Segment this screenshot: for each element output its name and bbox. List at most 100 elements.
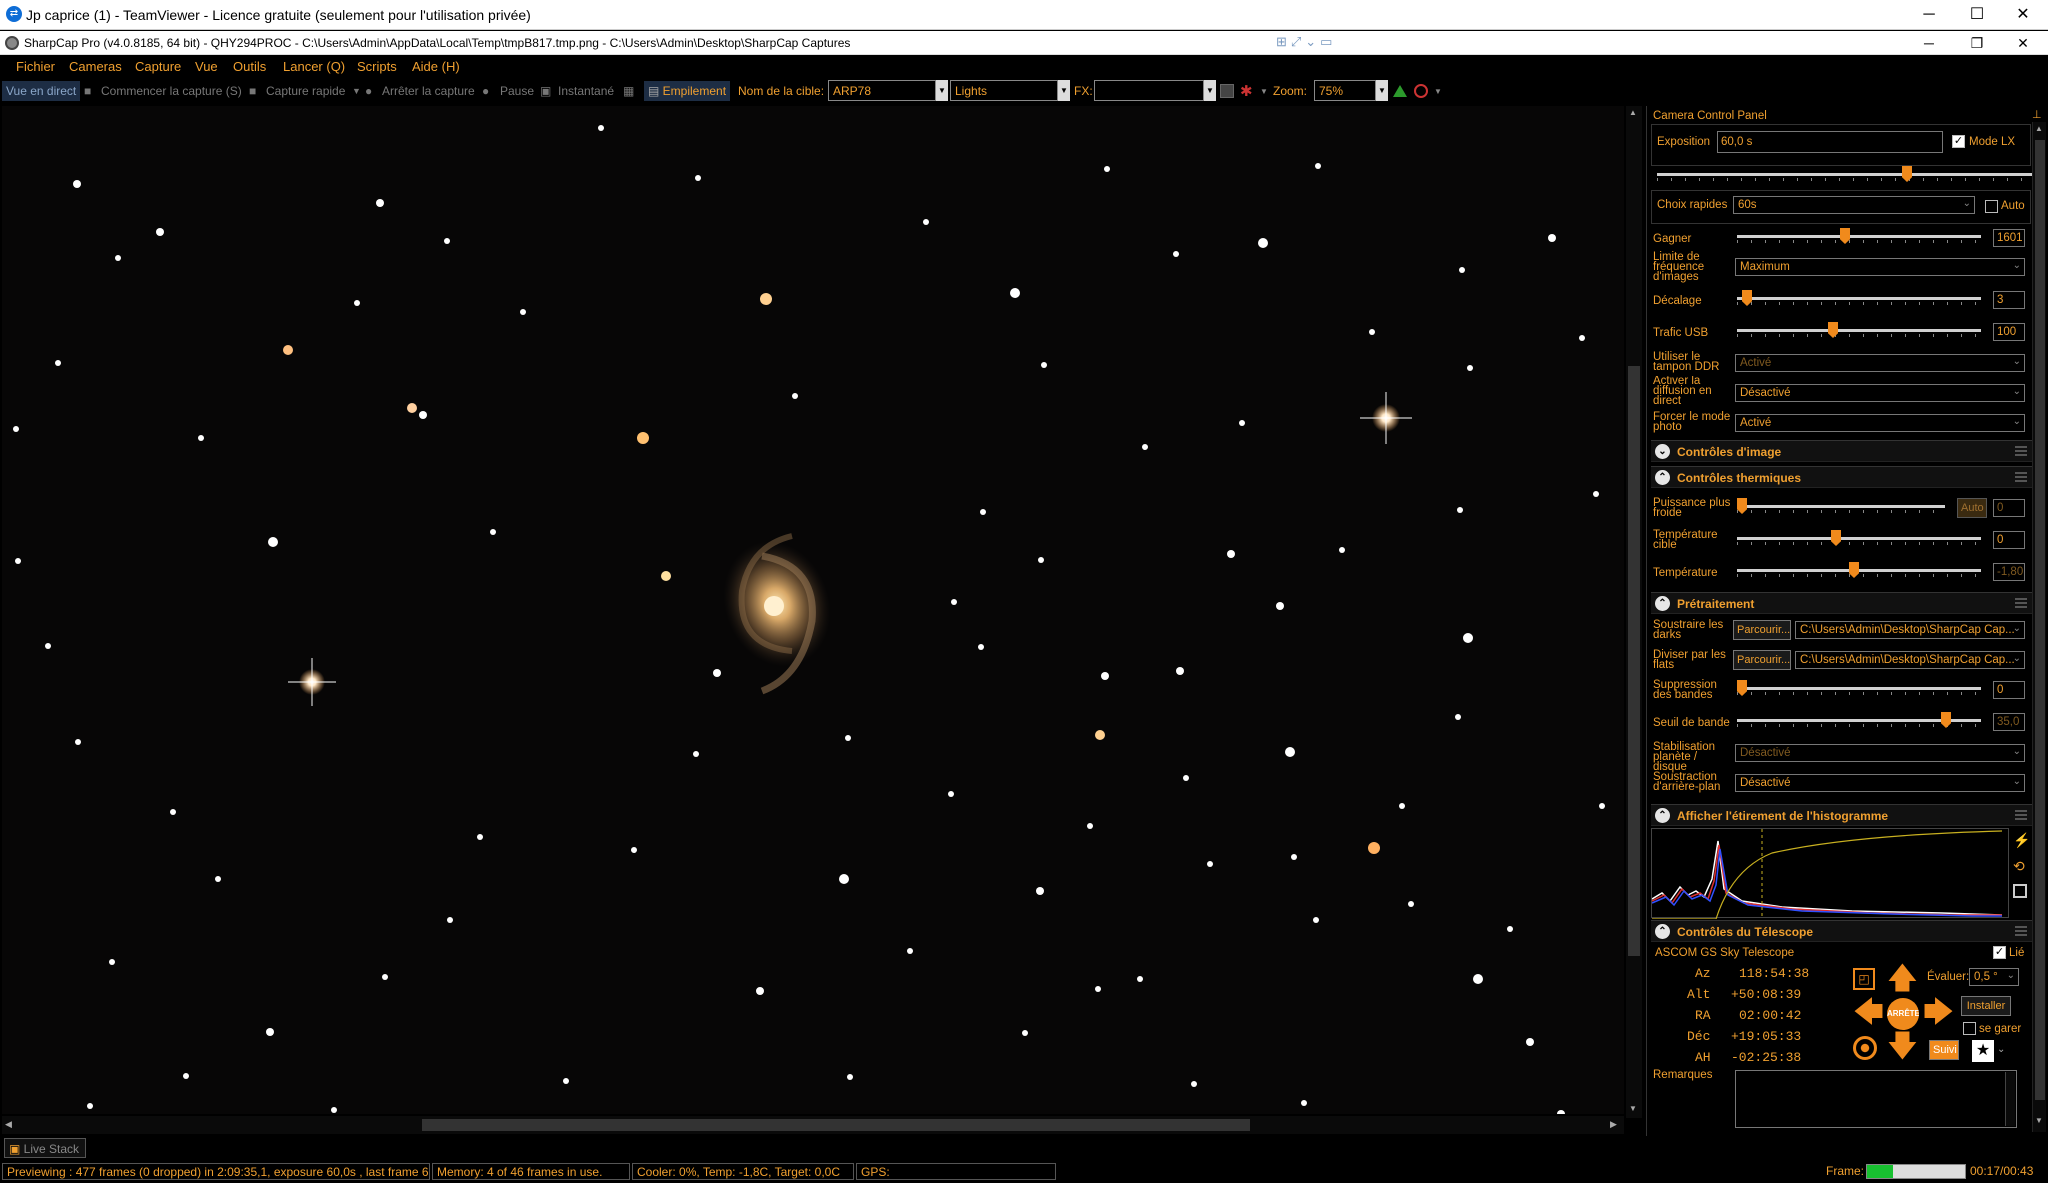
menu-scripts[interactable]: Scripts xyxy=(357,59,397,74)
live-broadcast-select[interactable]: Désactivé ⌄ xyxy=(1735,384,2025,402)
frame-type-select[interactable]: Lights xyxy=(950,80,1058,101)
locate-icon[interactable] xyxy=(1853,1036,1877,1060)
chevron-down-icon[interactable]: ⌄ xyxy=(1997,1044,2005,1055)
collapse-icon[interactable]: ⌃ xyxy=(1655,596,1670,611)
live-view-button[interactable]: Vue en direct xyxy=(2,81,81,101)
framerate-select[interactable]: Maximum ⌄ xyxy=(1735,258,2025,276)
frame-type-dropdown-arrow[interactable]: ▼ xyxy=(1058,80,1070,101)
darks-browse-button[interactable]: Parcourir... xyxy=(1733,620,1791,640)
gain-input[interactable]: 1601 xyxy=(1993,229,2025,247)
fx-dropdown-arrow[interactable]: ▼ xyxy=(1204,80,1216,101)
banding-suppression-slider[interactable] xyxy=(1737,680,1981,696)
scroll-down-icon[interactable]: ▼ xyxy=(1629,1104,1637,1113)
quick-capture-button[interactable]: Capture rapide xyxy=(266,84,345,98)
live-image-viewport[interactable] xyxy=(2,106,1624,1114)
tv-maximize-button[interactable]: ☐ xyxy=(1954,0,2000,30)
target-name-input[interactable]: ARP78 xyxy=(828,80,936,101)
section-menu-icon[interactable] xyxy=(2015,926,2027,936)
section-menu-icon[interactable] xyxy=(2015,598,2027,608)
move-east-icon[interactable]: 🡆 xyxy=(1923,998,1954,1028)
cooler-power-slider[interactable] xyxy=(1737,498,1945,514)
zoom-dropdown-arrow[interactable]: ▼ xyxy=(1376,80,1388,101)
tab-live-stack[interactable]: ▣ Live Stack xyxy=(4,1138,86,1158)
menu-lancer[interactable]: Lancer (Q) xyxy=(283,59,345,74)
favorite-star-icon[interactable]: ★ xyxy=(1972,1040,1994,1062)
stacking-button[interactable]: ▤ Empilement xyxy=(644,81,731,101)
move-south-icon[interactable]: 🡇 xyxy=(1887,1032,1918,1062)
fx-settings-icon[interactable] xyxy=(1220,84,1234,98)
histogram-save-icon[interactable] xyxy=(2013,884,2027,898)
menu-vue[interactable]: Vue xyxy=(195,59,218,74)
annotation-icon[interactable]: ✱ xyxy=(1240,82,1253,100)
menu-capture[interactable]: Capture xyxy=(135,59,181,74)
start-capture-button[interactable]: Commencer la capture (S) xyxy=(101,84,242,98)
quick-choice-select[interactable]: 60s ⌄ xyxy=(1733,196,1975,214)
stop-capture-button[interactable]: Arrêter la capture xyxy=(382,84,475,98)
telescope-section-header[interactable]: ⌃ Contrôles du Télescope xyxy=(1651,920,2033,942)
section-menu-icon[interactable] xyxy=(2015,472,2027,482)
collapse-icon[interactable]: ⌃ xyxy=(1655,470,1670,485)
horizontal-scroll-thumb[interactable] xyxy=(422,1119,1250,1131)
install-button[interactable]: Installer xyxy=(1961,996,2011,1016)
exposure-input[interactable]: 60,0 s xyxy=(1717,131,1943,153)
tv-minimize-button[interactable]: ─ xyxy=(1906,0,1952,30)
auto-exposure-checkbox[interactable] xyxy=(1985,200,1998,213)
target-dropdown-arrow[interactable]: ▼ xyxy=(936,80,948,101)
chevron-down-icon[interactable]: ▼ xyxy=(1260,87,1268,96)
target-temp-slider[interactable] xyxy=(1737,530,1981,546)
scroll-up-icon[interactable]: ▲ xyxy=(1629,108,1637,117)
panel-scroll-thumb[interactable] xyxy=(2035,140,2045,1100)
photo-mode-select[interactable]: Activé ⌄ xyxy=(1735,414,2025,432)
exposure-slider[interactable] xyxy=(1657,166,2033,182)
cooler-auto-button[interactable]: Auto xyxy=(1957,498,1987,518)
panel-scrollbar[interactable]: ▲ ▼ xyxy=(2032,122,2046,1132)
image-controls-section-header[interactable]: ⌄ Contrôles d'image xyxy=(1651,440,2033,462)
snapshot-button[interactable]: Instantané xyxy=(558,84,614,98)
thermal-controls-section-header[interactable]: ⌃ Contrôles thermiques xyxy=(1651,466,2033,488)
pin-icon[interactable]: ⊥ xyxy=(2032,108,2042,121)
zoom-select[interactable]: 75% xyxy=(1314,80,1376,101)
usb-traffic-input[interactable]: 100 xyxy=(1993,323,2025,341)
fx-select[interactable] xyxy=(1094,80,1204,101)
sc-restore-button[interactable]: ❐ xyxy=(1954,31,2000,55)
park-checkbox[interactable] xyxy=(1963,1022,1976,1035)
histogram-icon[interactable] xyxy=(1393,85,1407,97)
target-temp-input[interactable]: 0 xyxy=(1993,531,2025,549)
vertical-scrollbar[interactable]: ▲ ▼ xyxy=(1626,106,1642,1118)
offset-input[interactable]: 3 xyxy=(1993,291,2025,309)
tracking-button[interactable]: Suivi xyxy=(1929,1040,1959,1060)
scroll-left-icon[interactable]: ◀ xyxy=(5,1119,12,1130)
collapse-icon[interactable]: ⌃ xyxy=(1655,808,1670,823)
teamviewer-toolbar-icons[interactable]: ⊞⤢⌄▭ xyxy=(1276,34,1346,52)
flats-path-select[interactable]: C:\Users\Admin\Desktop\SharpCap Cap... ⌄ xyxy=(1795,651,2025,669)
sc-minimize-button[interactable]: ─ xyxy=(1906,31,1952,55)
menu-cameras[interactable]: Cameras xyxy=(69,59,122,74)
histogram-reset-icon[interactable]: ⟲ xyxy=(2013,858,2025,875)
move-north-icon[interactable]: 🡅 xyxy=(1887,964,1918,994)
collapse-icon[interactable]: ⌃ xyxy=(1655,924,1670,939)
background-subtraction-select[interactable]: Désactivé ⌄ xyxy=(1735,774,2025,792)
menu-fichier[interactable]: Fichier xyxy=(16,59,55,74)
vertical-scroll-thumb[interactable] xyxy=(1628,366,1640,956)
banding-suppression-input[interactable]: 0 xyxy=(1993,681,2025,699)
expand-icon[interactable]: ⌄ xyxy=(1655,444,1670,459)
menu-aide[interactable]: Aide (H) xyxy=(412,59,460,74)
band-threshold-slider[interactable] xyxy=(1737,712,1981,728)
stop-slew-button[interactable]: ARRÊTE xyxy=(1887,998,1919,1030)
tv-close-button[interactable]: ✕ xyxy=(2000,0,2046,30)
slew-target-icon[interactable]: ◰ xyxy=(1853,968,1875,990)
telescope-linked-checkbox[interactable]: ✓ xyxy=(1993,946,2006,959)
offset-slider[interactable] xyxy=(1737,290,1981,306)
darks-path-select[interactable]: C:\Users\Admin\Desktop\SharpCap Cap... ⌄ xyxy=(1795,621,2025,639)
scroll-down-icon[interactable]: ▼ xyxy=(2035,1116,2043,1125)
section-menu-icon[interactable] xyxy=(2015,810,2027,820)
histogram-section-header[interactable]: ⌃ Afficher l'étirement de l'histogramme xyxy=(1651,804,2033,826)
gain-slider[interactable] xyxy=(1737,228,1981,244)
histogram-auto-stretch-icon[interactable]: ⚡ xyxy=(2013,832,2030,849)
preprocessing-section-header[interactable]: ⌃ Prétraitement xyxy=(1651,592,2033,614)
section-menu-icon[interactable] xyxy=(2015,446,2027,456)
scroll-up-icon[interactable]: ▲ xyxy=(2035,124,2043,133)
band-threshold-input[interactable]: 35,0 xyxy=(1993,713,2025,731)
rate-select[interactable]: 0,5 ° ⌄ xyxy=(1969,968,2019,986)
scroll-right-icon[interactable]: ▶ xyxy=(1610,1119,1617,1130)
